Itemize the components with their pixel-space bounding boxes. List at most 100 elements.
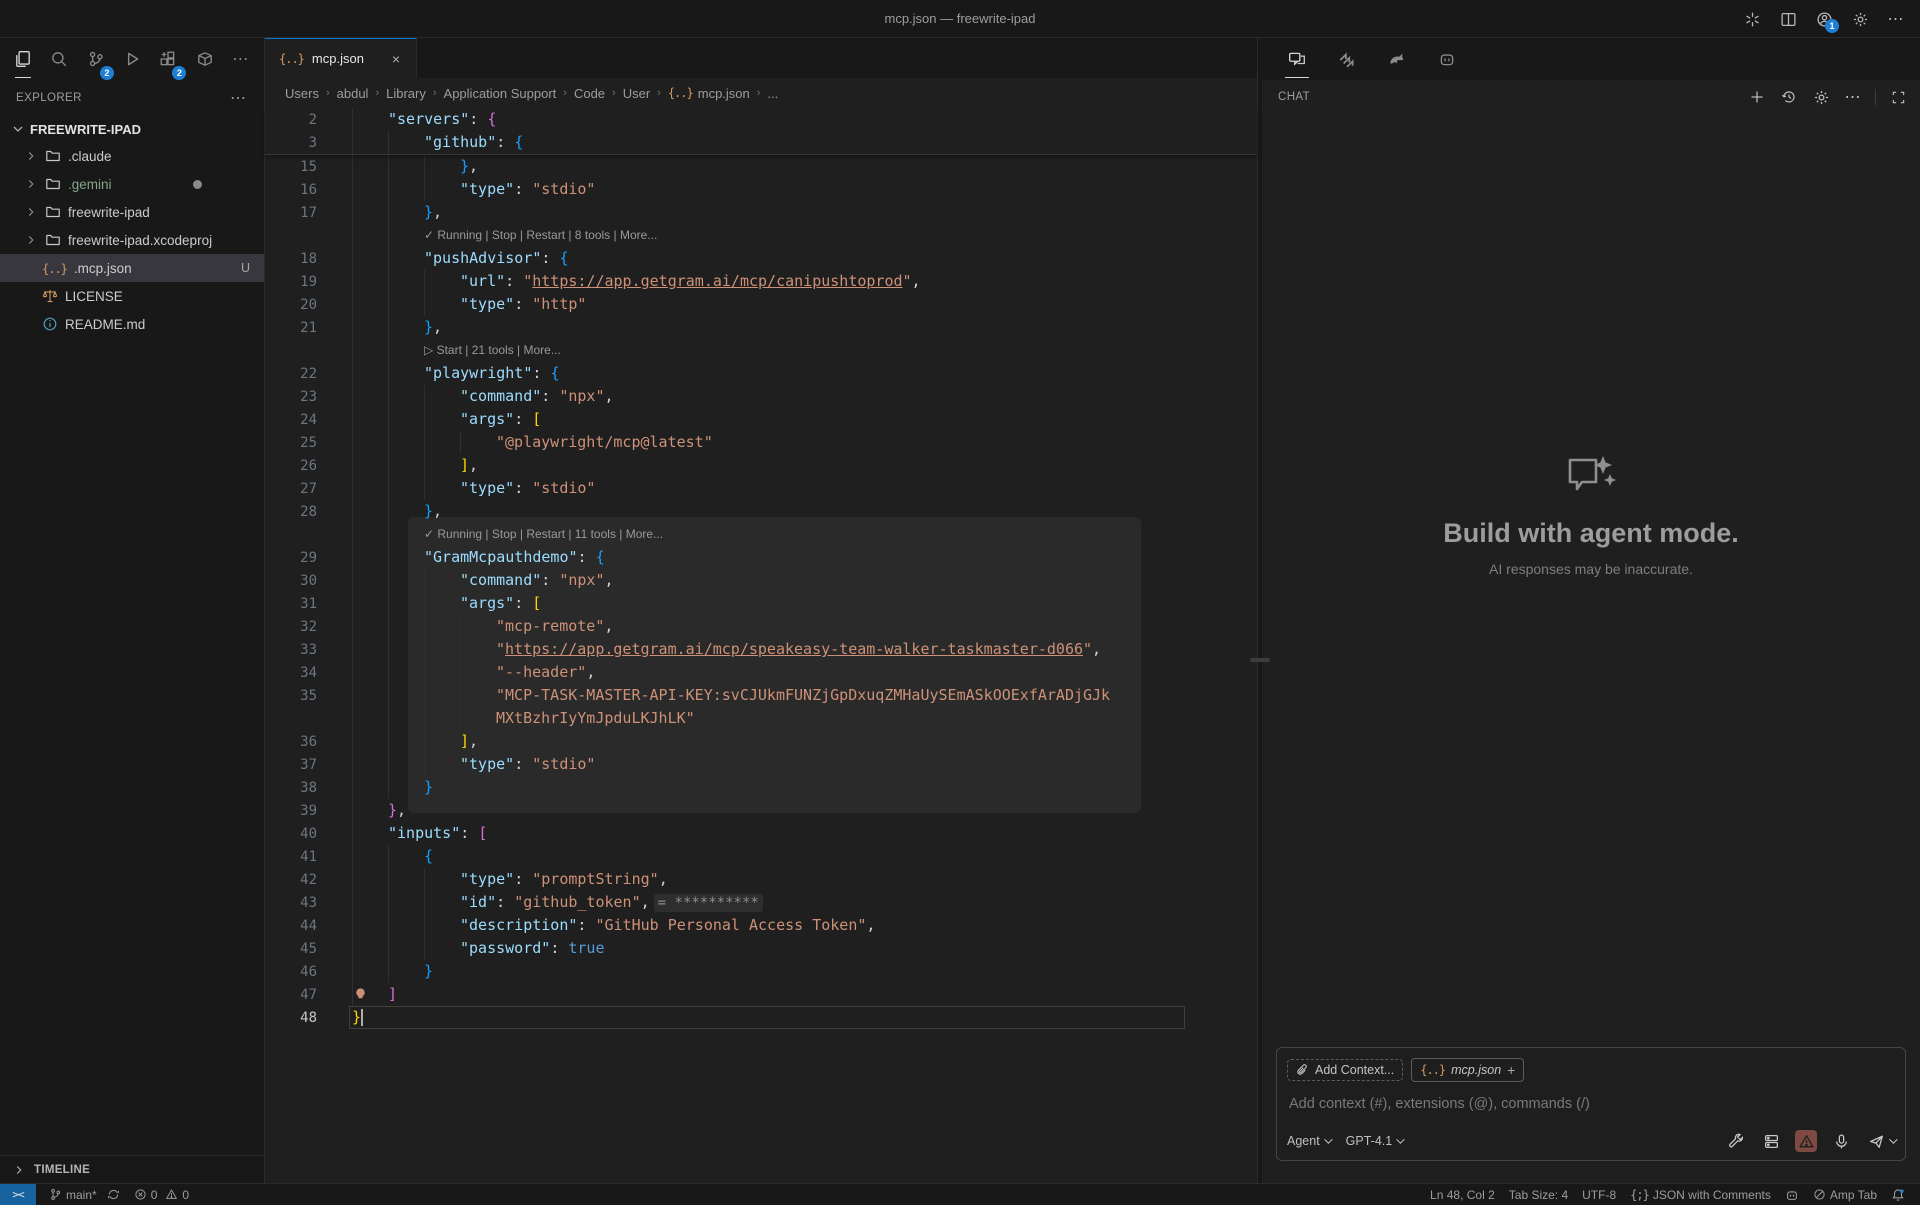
code-line[interactable]: 48}	[265, 1006, 1257, 1029]
chat-history-icon[interactable]	[1779, 87, 1799, 107]
panel-resize-sash[interactable]	[1257, 38, 1262, 1183]
copilot-icon[interactable]	[1742, 9, 1762, 29]
code-line[interactable]: 28},	[265, 500, 1257, 523]
code-line[interactable]: 37"type": "stdio"	[265, 753, 1257, 776]
code-line[interactable]: 29"GramMcpauthdemo": {	[265, 546, 1257, 569]
tree-item-freewrite-ipad[interactable]: freewrite-ipad	[0, 198, 264, 226]
tree-root-folder[interactable]: FREEWRITE-IPAD	[0, 116, 264, 142]
tab-size[interactable]: Tab Size: 4	[1502, 1184, 1575, 1205]
activity-run-debug-icon[interactable]	[119, 42, 145, 76]
code-line[interactable]: 22"playwright": {	[265, 362, 1257, 385]
timeline-section[interactable]: TIMELINE	[0, 1155, 264, 1183]
code-line[interactable]: 24"args": [	[265, 408, 1257, 431]
language-mode[interactable]: {;} JSON with Comments	[1623, 1184, 1778, 1205]
git-branch-status[interactable]: main*	[42, 1184, 127, 1205]
code-line[interactable]: 38}	[265, 776, 1257, 799]
add-icon[interactable]: +	[1507, 1062, 1515, 1078]
explorer-more-icon[interactable]: ⋯	[228, 88, 248, 108]
code-line[interactable]: 32"mcp-remote",	[265, 615, 1257, 638]
code-line[interactable]: 41{	[265, 845, 1257, 868]
code-line[interactable]: 17},	[265, 201, 1257, 224]
send-dropdown[interactable]	[1865, 1130, 1895, 1152]
code-line[interactable]: 15},	[265, 155, 1257, 178]
chat-input-placeholder[interactable]: Add context (#), extensions (@), command…	[1289, 1096, 1893, 1112]
code-link[interactable]: https://app.getgram.ai/mcp/canipushtopro…	[532, 272, 902, 290]
code-line[interactable]: 21},	[265, 316, 1257, 339]
sync-icon[interactable]	[107, 1188, 120, 1201]
problems-status[interactable]: 0 0	[127, 1184, 196, 1205]
breadcrumb-item[interactable]: Users	[285, 86, 319, 101]
add-context-button[interactable]: Add Context...	[1287, 1059, 1403, 1081]
code-line[interactable]: 39},	[265, 799, 1257, 822]
activity-more-horizontal-icon[interactable]: ⋯	[228, 42, 254, 76]
codelens-row[interactable]: ✓ Running | Stop | Restart | 11 tools | …	[265, 523, 1257, 546]
notifications-bell[interactable]	[1884, 1184, 1912, 1205]
code-line[interactable]: MXtBzhrIyYmJpduLKJhLK"	[265, 707, 1257, 730]
aux-chat-icon[interactable]	[1280, 42, 1314, 76]
sash-grip[interactable]	[1250, 658, 1270, 662]
close-tab-icon[interactable]: ×	[386, 49, 406, 69]
code-line[interactable]: 34"--header",	[265, 661, 1257, 684]
code-line[interactable]: 40"inputs": [	[265, 822, 1257, 845]
chat-expand-icon[interactable]	[1888, 87, 1908, 107]
new-chat-icon[interactable]	[1747, 87, 1767, 107]
activity-remote-box-icon[interactable]	[191, 42, 217, 76]
tab-mcp-json[interactable]: {..} mcp.json ×	[265, 38, 417, 78]
more-horizontal-icon[interactable]: ⋯	[1886, 9, 1906, 29]
code-line[interactable]: 47]	[265, 983, 1257, 1006]
codelens-row[interactable]: ▷ Start | 21 tools | More...	[265, 339, 1257, 362]
code-line[interactable]: 26],	[265, 454, 1257, 477]
tree-item--gemini[interactable]: .gemini	[0, 170, 264, 198]
code-line[interactable]: 35"MCP-TASK-MASTER-API-KEY:svCJUkmFUNZjG…	[265, 684, 1257, 707]
code-line[interactable]: 33"https://app.getgram.ai/mcp/speakeasy-…	[265, 638, 1257, 661]
warning-icon[interactable]	[1795, 1130, 1817, 1152]
remote-indicator[interactable]: ><	[0, 1184, 36, 1205]
tree-item-readme-md[interactable]: README.md	[0, 310, 264, 338]
settings-gear-icon[interactable]	[1850, 9, 1870, 29]
send-icon[interactable]	[1865, 1130, 1887, 1152]
code-editor[interactable]: 15},16"type": "stdio"17},✓ Running | Sto…	[265, 155, 1257, 1183]
mic-icon[interactable]	[1830, 1130, 1852, 1152]
activity-source-control-icon[interactable]: 2	[83, 42, 109, 76]
tree-item-freewrite-ipad-xcodeproj[interactable]: freewrite-ipad.xcodeproj	[0, 226, 264, 254]
chat-settings-icon[interactable]	[1811, 87, 1831, 107]
copilot-status[interactable]	[1778, 1184, 1806, 1205]
code-line[interactable]: 18"pushAdvisor": {	[265, 247, 1257, 270]
codelens-row[interactable]: ✓ Running | Stop | Restart | 8 tools | M…	[265, 224, 1257, 247]
code-line[interactable]: 2"servers": {	[265, 108, 1257, 131]
code-link[interactable]: https://app.getgram.ai/mcp/speakeasy-tea…	[505, 640, 1083, 658]
breadcrumb-item[interactable]: Code	[574, 86, 605, 101]
code-line[interactable]: 45"password": true	[265, 937, 1257, 960]
activity-files-icon[interactable]	[10, 42, 36, 76]
amp-tab-status[interactable]: Amp Tab	[1806, 1184, 1884, 1205]
context-chip-mcp-json[interactable]: {..} mcp.json +	[1411, 1058, 1524, 1082]
tree-item--mcp-json[interactable]: {..}.mcp.jsonU	[0, 254, 264, 282]
activity-extensions-icon[interactable]: 2	[155, 42, 181, 76]
lightbulb-icon[interactable]	[353, 987, 368, 1002]
tree-item--claude[interactable]: .claude	[0, 142, 264, 170]
chat-input-box[interactable]: Add Context... {..} mcp.json + Add conte…	[1276, 1047, 1906, 1161]
breadcrumb-item[interactable]: abdul	[337, 86, 369, 101]
code-line[interactable]: 20"type": "http"	[265, 293, 1257, 316]
tree-item-license[interactable]: LICENSE	[0, 282, 264, 310]
code-line[interactable]: 42"type": "promptString",	[265, 868, 1257, 891]
aux-amp-arrows-icon[interactable]	[1330, 42, 1364, 76]
mcp-servers-icon[interactable]	[1760, 1130, 1782, 1152]
aux-kangaroo-icon[interactable]	[1380, 42, 1414, 76]
model-select[interactable]: GPT-4.1	[1346, 1134, 1403, 1148]
breadcrumb-item[interactable]: ...	[767, 86, 778, 101]
breadcrumb-item[interactable]: User	[623, 86, 650, 101]
tools-icon[interactable]	[1725, 1130, 1747, 1152]
code-line[interactable]: 23"command": "npx",	[265, 385, 1257, 408]
breadcrumb-item[interactable]: Library	[386, 86, 426, 101]
cursor-position[interactable]: Ln 48, Col 2	[1423, 1184, 1502, 1205]
code-line[interactable]: 19"url": "https://app.getgram.ai/mcp/can…	[265, 270, 1257, 293]
agent-mode-select[interactable]: Agent	[1287, 1134, 1330, 1148]
encoding[interactable]: UTF-8	[1575, 1184, 1623, 1205]
breadcrumb-item[interactable]: {..}mcp.json	[668, 86, 750, 101]
activity-search-icon[interactable]	[46, 42, 72, 76]
code-line[interactable]: 3"github": {	[265, 131, 1257, 154]
account-icon[interactable]: 1	[1814, 9, 1834, 29]
code-line[interactable]: 16"type": "stdio"	[265, 178, 1257, 201]
code-line[interactable]: 44"description": "GitHub Personal Access…	[265, 914, 1257, 937]
